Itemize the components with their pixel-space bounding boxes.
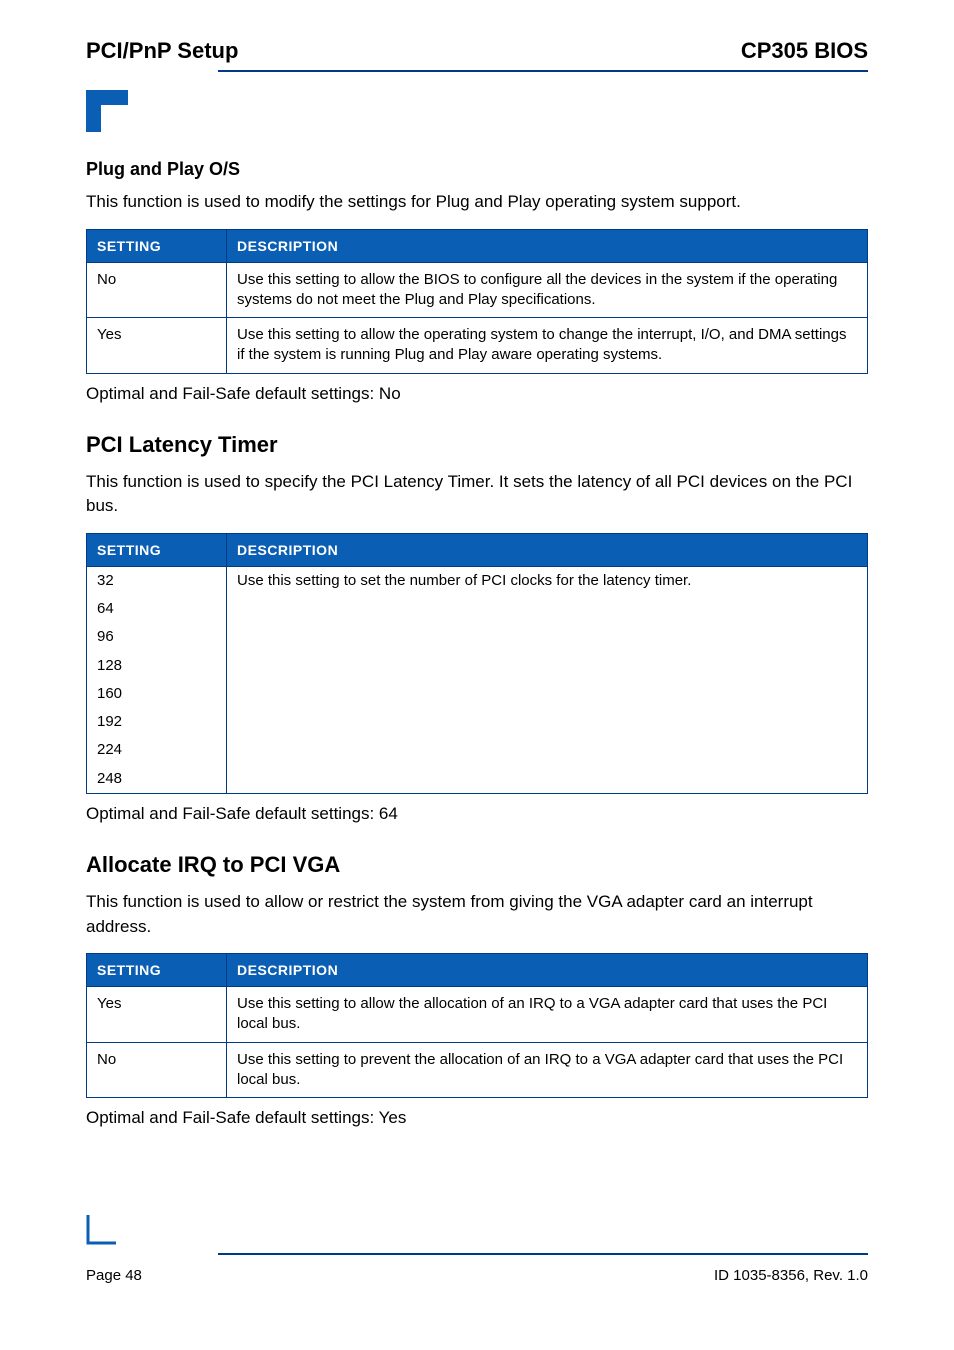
- irq-heading: Allocate IRQ to PCI VGA: [86, 852, 868, 878]
- table-cell-setting: 224: [87, 736, 227, 764]
- table-row: 32 Use this setting to set the number of…: [87, 566, 868, 595]
- table-cell-setting: 248: [87, 765, 227, 794]
- footer-docid: ID 1035-8356, Rev. 1.0: [714, 1267, 868, 1284]
- table-cell-setting: 128: [87, 652, 227, 680]
- page-header: PCI/PnP Setup CP305 BIOS: [86, 38, 868, 64]
- table-header-description: DESCRIPTION: [227, 229, 868, 262]
- latency-paragraph: This function is used to specify the PCI…: [86, 470, 868, 519]
- pnp-heading: Plug and Play O/S: [86, 159, 868, 180]
- table-cell-setting: 192: [87, 708, 227, 736]
- table-cell-setting: 96: [87, 623, 227, 651]
- table-cell-description: Use this setting to allow the BIOS to co…: [227, 262, 868, 318]
- footer-corner-icon: [86, 1215, 116, 1250]
- irq-table: SETTING DESCRIPTION Yes Use this setting…: [86, 953, 868, 1098]
- table-row: No Use this setting to prevent the alloc…: [87, 1042, 868, 1098]
- table-header-description: DESCRIPTION: [227, 954, 868, 987]
- table-cell-description: Use this setting to prevent the allocati…: [227, 1042, 868, 1098]
- header-right: CP305 BIOS: [741, 38, 868, 64]
- latency-heading: PCI Latency Timer: [86, 432, 868, 458]
- irq-paragraph: This function is used to allow or restri…: [86, 890, 868, 939]
- latency-table: SETTING DESCRIPTION 32 Use this setting …: [86, 533, 868, 794]
- footer-page: Page 48: [86, 1267, 142, 1284]
- footer-divider: [218, 1253, 868, 1255]
- header-divider: [218, 70, 868, 72]
- pnp-default-note: Optimal and Fail-Safe default settings: …: [86, 384, 868, 404]
- table-cell-setting: Yes: [87, 987, 227, 1043]
- table-header-setting: SETTING: [87, 954, 227, 987]
- table-header-setting: SETTING: [87, 533, 227, 566]
- pnp-paragraph: This function is used to modify the sett…: [86, 190, 868, 215]
- header-left: PCI/PnP Setup: [86, 38, 238, 64]
- table-row: Yes Use this setting to allow the alloca…: [87, 987, 868, 1043]
- table-row: Yes Use this setting to allow the operat…: [87, 318, 868, 374]
- pnp-table: SETTING DESCRIPTION No Use this setting …: [86, 229, 868, 374]
- logo-icon: [86, 90, 128, 132]
- table-cell-description: Use this setting to allow the operating …: [227, 318, 868, 374]
- table-cell-description: Use this setting to allow the allocation…: [227, 987, 868, 1043]
- page-footer: Page 48 ID 1035-8356, Rev. 1.0: [86, 1253, 868, 1284]
- table-cell-setting: 64: [87, 595, 227, 623]
- table-row: No Use this setting to allow the BIOS to…: [87, 262, 868, 318]
- irq-default-note: Optimal and Fail-Safe default settings: …: [86, 1108, 868, 1128]
- table-cell-setting: Yes: [87, 318, 227, 374]
- table-cell-setting: No: [87, 1042, 227, 1098]
- table-cell-description: Use this setting to set the number of PC…: [227, 566, 868, 793]
- latency-default-note: Optimal and Fail-Safe default settings: …: [86, 804, 868, 824]
- table-cell-setting: 32: [87, 566, 227, 595]
- table-header-description: DESCRIPTION: [227, 533, 868, 566]
- table-cell-setting: No: [87, 262, 227, 318]
- table-header-setting: SETTING: [87, 229, 227, 262]
- table-cell-setting: 160: [87, 680, 227, 708]
